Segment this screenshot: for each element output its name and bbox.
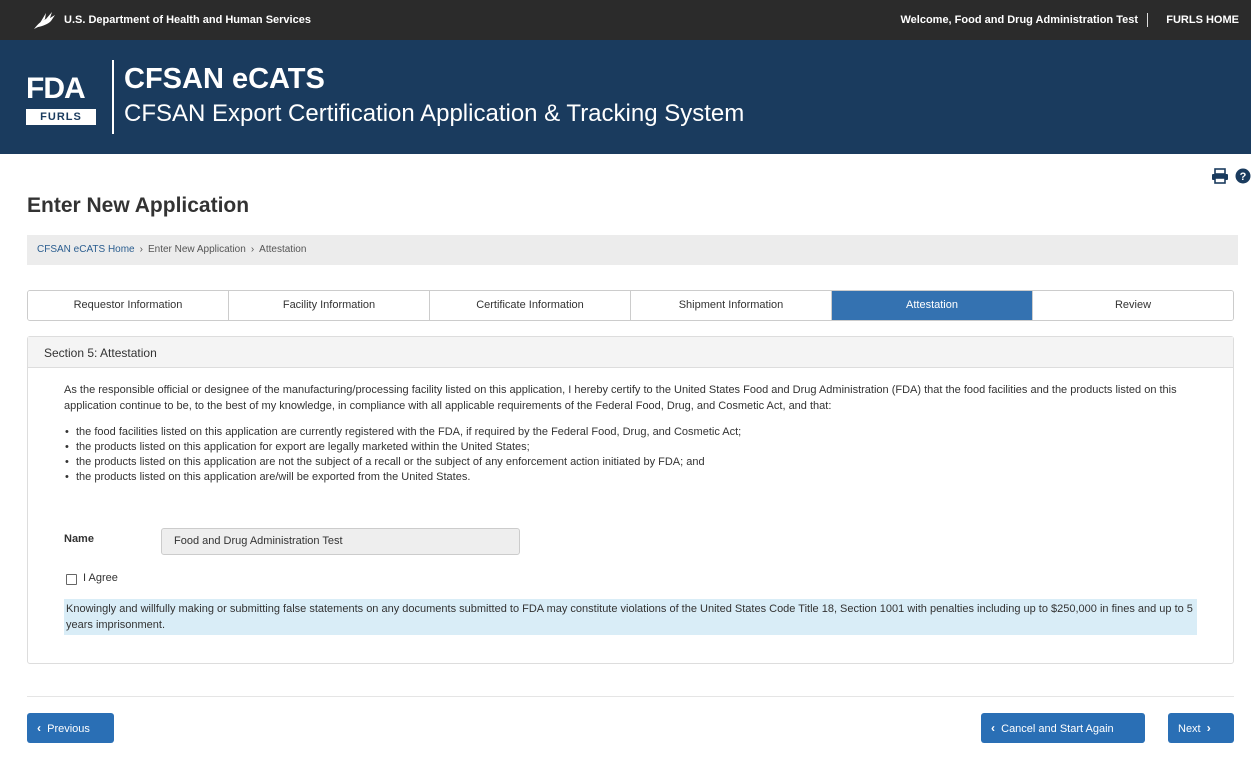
- section-body: As the responsible official or designee …: [28, 368, 1233, 485]
- svg-text:?: ?: [1240, 171, 1247, 183]
- chevron-right-icon: ›: [139, 244, 143, 255]
- agency-name: U.S. Department of Health and Human Serv…: [64, 14, 311, 26]
- banner-divider: [112, 60, 114, 134]
- chevron-left-icon: ‹: [991, 721, 995, 735]
- hhs-eagle-icon: [34, 12, 55, 29]
- previous-button[interactable]: ‹ Previous: [27, 713, 114, 743]
- cancel-button-label: Cancel and Start Again: [1001, 723, 1114, 735]
- tab-certificate-information[interactable]: Certificate Information: [430, 291, 631, 320]
- breadcrumb: CFSAN eCATS Home › Enter New Application › A…: [27, 235, 1238, 265]
- wizard-tabs: Requestor Information Facility Informati…: [27, 290, 1234, 321]
- fda-logo-text: FDA: [26, 72, 86, 105]
- app-title: CFSAN eCATS: [124, 63, 325, 95]
- legal-warning: Knowingly and willfully making or submit…: [64, 599, 1197, 635]
- header-banner: FDA FURLS CFSAN eCATS CFSAN Export Certi…: [0, 40, 1251, 154]
- breadcrumb-item-home[interactable]: CFSAN eCATS Home: [37, 244, 135, 255]
- furls-home-link[interactable]: FURLS HOME: [1166, 14, 1239, 26]
- fda-furls-logo[interactable]: FDA FURLS: [22, 71, 98, 129]
- chevron-right-icon: ›: [250, 244, 255, 255]
- list-item: the products listed on this application …: [64, 455, 1196, 470]
- list-item: the products listed on this application …: [64, 440, 1196, 455]
- tab-requestor-information[interactable]: Requestor Information: [28, 291, 229, 320]
- tab-facility-information[interactable]: Facility Information: [229, 291, 430, 320]
- previous-button-label: Previous: [47, 723, 90, 735]
- help-icon[interactable]: ?: [1235, 168, 1251, 184]
- tab-attestation[interactable]: Attestation: [832, 291, 1033, 320]
- name-label: Name: [64, 533, 94, 545]
- footer-divider: [27, 696, 1234, 697]
- list-item: the products listed on this application …: [64, 470, 1196, 485]
- section-heading: Section 5: Attestation: [28, 337, 1233, 368]
- cancel-start-again-button[interactable]: ‹ Cancel and Start Again: [981, 713, 1145, 743]
- print-icon[interactable]: [1211, 168, 1229, 184]
- list-item: the food facilities listed on this appli…: [64, 425, 1196, 440]
- attestation-panel: Section 5: Attestation As the responsibl…: [27, 336, 1234, 664]
- topbar-divider: [1147, 13, 1148, 27]
- breadcrumb-item-new-application[interactable]: Enter New Application: [148, 244, 246, 255]
- app-subtitle: CFSAN Export Certification Application &…: [124, 100, 745, 127]
- furls-logo-text: FURLS: [26, 109, 96, 125]
- agree-label[interactable]: I Agree: [83, 572, 118, 584]
- attestation-list: the food facilities listed on this appli…: [64, 425, 1196, 485]
- name-field: Food and Drug Administration Test: [161, 528, 520, 555]
- next-button[interactable]: Next ›: [1168, 713, 1234, 743]
- chevron-left-icon: ‹: [37, 721, 41, 735]
- welcome-message: Welcome, Food and Drug Administration Te…: [900, 14, 1138, 26]
- next-button-label: Next: [1178, 723, 1201, 735]
- breadcrumb-item-attestation: Attestation: [259, 244, 307, 255]
- agree-checkbox[interactable]: [66, 574, 77, 585]
- tab-review[interactable]: Review: [1033, 291, 1233, 320]
- attestation-intro: As the responsible official or designee …: [64, 384, 1177, 412]
- chevron-right-icon: ›: [1206, 721, 1211, 735]
- tab-shipment-information[interactable]: Shipment Information: [631, 291, 832, 320]
- top-bar: U.S. Department of Health and Human Serv…: [0, 0, 1251, 40]
- page-title: Enter New Application: [27, 194, 250, 217]
